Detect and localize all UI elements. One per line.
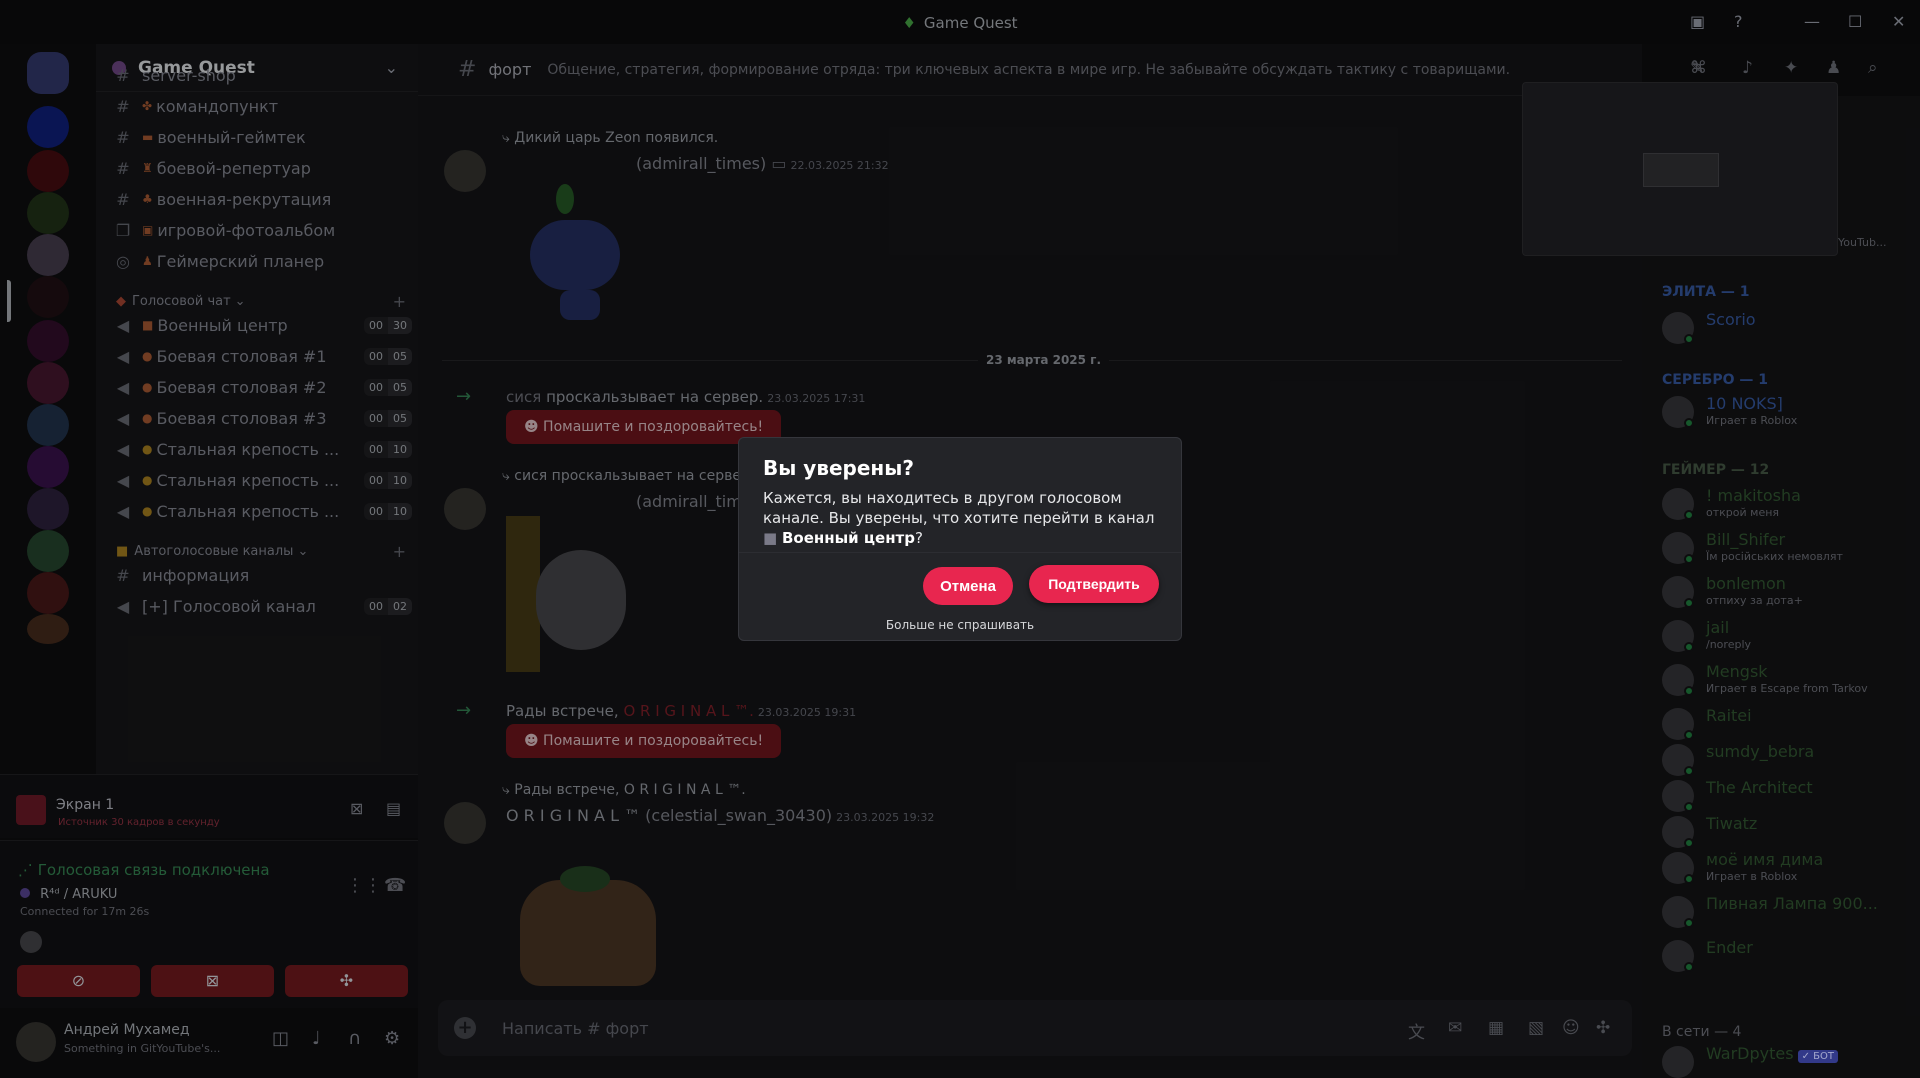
dialog-title: Вы уверены? [763, 456, 914, 480]
cancel-button[interactable]: Отмена [923, 567, 1013, 605]
divider [739, 552, 1181, 553]
dont-ask-again-link[interactable]: Больше не спрашивать [739, 618, 1181, 632]
confirm-button[interactable]: Подтвердить [1029, 565, 1159, 603]
target-channel: Военный центр [781, 529, 915, 547]
floppy-icon: ■ [763, 529, 778, 547]
dialog-body: Кажется, вы находитесь в другом голосово… [763, 489, 1155, 547]
confirm-dialog: Вы уверены? Кажется, вы находитесь в дру… [738, 437, 1182, 641]
